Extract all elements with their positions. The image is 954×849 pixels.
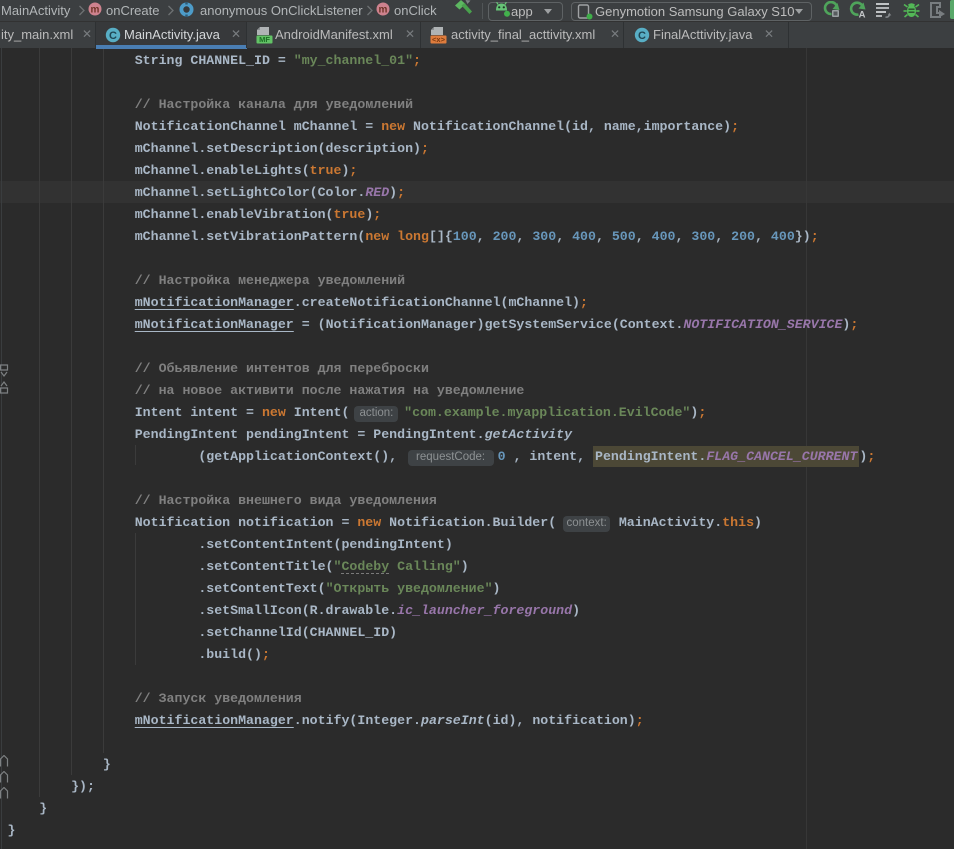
svg-text:A: A (859, 10, 866, 20)
svg-text:C: C (638, 30, 646, 42)
svg-text:m: m (379, 5, 388, 16)
svg-text:C: C (109, 30, 117, 42)
svg-text:MF: MF (259, 35, 270, 44)
svg-text:<x>: <x> (432, 35, 446, 44)
svg-text:m: m (91, 5, 100, 16)
